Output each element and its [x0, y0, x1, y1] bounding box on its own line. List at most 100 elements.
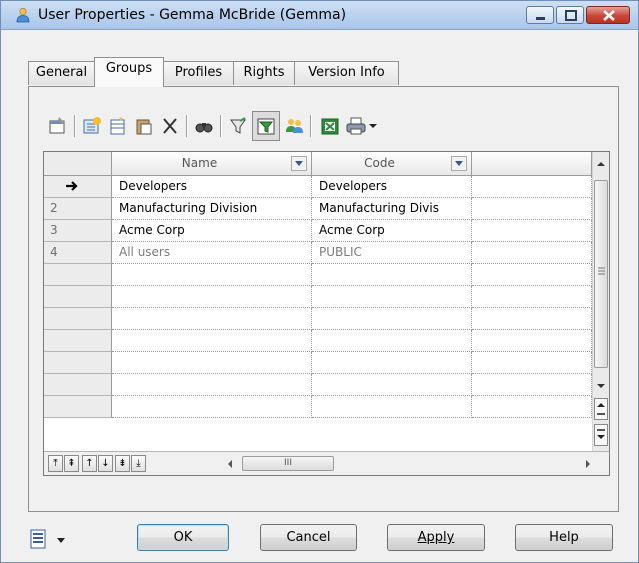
tab-rights[interactable]: Rights	[233, 61, 295, 85]
horizontal-scrollbar[interactable]: III	[224, 455, 594, 472]
empty-cell[interactable]	[472, 220, 592, 242]
empty-cell[interactable]	[112, 286, 312, 308]
row-header[interactable]	[44, 176, 112, 198]
cell-code[interactable]: Manufacturing Divis	[312, 198, 472, 220]
minimize-button[interactable]	[526, 6, 554, 24]
horizontal-scroll-thumb[interactable]: III	[242, 456, 334, 471]
filter-icon	[230, 117, 246, 134]
cell-name[interactable]: All users	[112, 242, 312, 264]
cancel-button[interactable]: Cancel	[260, 524, 357, 551]
cell-code[interactable]: Acme Corp	[312, 220, 472, 242]
page-down-button[interactable]	[594, 424, 608, 446]
empty-cell[interactable]	[312, 352, 472, 374]
empty-cell[interactable]	[112, 374, 312, 396]
delete-button[interactable]	[158, 109, 182, 143]
scroll-left-icon[interactable]	[226, 459, 234, 469]
add-objects-button[interactable]	[80, 109, 104, 143]
excel-button[interactable]	[318, 109, 342, 143]
empty-cell[interactable]	[112, 330, 312, 352]
column-header-code[interactable]: Code	[312, 152, 472, 176]
close-button[interactable]	[586, 6, 630, 24]
empty-cell[interactable]	[472, 374, 592, 396]
empty-cell[interactable]	[472, 176, 592, 198]
grid-navigation-bar: ⤒ ⇞ ↑ ↓ ⇟ ⤓ III	[44, 451, 609, 475]
empty-cell[interactable]	[312, 396, 472, 418]
move-up-button[interactable]: ↑	[82, 455, 97, 472]
row-header[interactable]: 3	[44, 220, 112, 242]
paste-button[interactable]	[132, 109, 156, 143]
create-object-button[interactable]	[106, 109, 130, 143]
empty-cell[interactable]	[472, 330, 592, 352]
user-icon	[16, 7, 30, 23]
chevron-down-icon[interactable]	[451, 156, 467, 171]
empty-row-header[interactable]	[44, 374, 112, 396]
display-mode-button[interactable]	[29, 528, 75, 552]
empty-cell[interactable]	[472, 264, 592, 286]
vertical-scroll-thumb[interactable]	[594, 180, 608, 368]
empty-cell[interactable]	[312, 308, 472, 330]
cell-name[interactable]: Acme Corp	[112, 220, 312, 242]
scroll-up-icon[interactable]	[596, 160, 606, 168]
vertical-scrollbar[interactable]	[592, 152, 609, 452]
empty-row-header[interactable]	[44, 264, 112, 286]
ok-button[interactable]: OK	[137, 524, 229, 551]
user-group-button[interactable]	[282, 109, 306, 143]
empty-cell[interactable]	[112, 308, 312, 330]
chevron-down-icon	[57, 538, 65, 543]
empty-cell[interactable]	[312, 330, 472, 352]
empty-cell[interactable]	[112, 264, 312, 286]
empty-cell[interactable]	[472, 396, 592, 418]
print-dropdown-button[interactable]	[366, 109, 380, 143]
empty-cell[interactable]	[312, 264, 472, 286]
move-to-bottom-button[interactable]: ⤓	[131, 455, 146, 472]
move-down-button[interactable]: ↓	[98, 455, 113, 472]
empty-row-header[interactable]	[44, 286, 112, 308]
column-header-name[interactable]: Name	[112, 152, 312, 176]
apply-button[interactable]: Apply	[387, 524, 485, 551]
empty-cell[interactable]	[472, 352, 592, 374]
current-row-arrow-icon	[66, 181, 78, 191]
tab-version-info[interactable]: Version Info	[294, 61, 399, 85]
move-page-up-button[interactable]: ⇞	[64, 455, 79, 472]
empty-cell[interactable]	[312, 286, 472, 308]
move-page-down-button[interactable]: ⇟	[115, 455, 130, 472]
row-header[interactable]: 2	[44, 198, 112, 220]
empty-row-header[interactable]	[44, 330, 112, 352]
row-header[interactable]: 4	[44, 242, 112, 264]
page-down-icon	[597, 429, 605, 439]
properties-button[interactable]	[46, 109, 70, 143]
empty-cell[interactable]	[472, 286, 592, 308]
empty-row-header[interactable]	[44, 396, 112, 418]
print-button[interactable]	[344, 109, 368, 143]
move-to-top-button[interactable]: ⤒	[48, 455, 63, 472]
filter-columns-button[interactable]	[252, 111, 280, 141]
properties-icon	[49, 117, 65, 134]
tab-general[interactable]: General	[28, 61, 95, 85]
title-bar[interactable]: User Properties - Gemma McBride (Gemma)	[1, 1, 638, 30]
cell-name[interactable]: Developers	[112, 176, 312, 198]
scroll-down-icon[interactable]	[596, 382, 606, 390]
cell-name[interactable]: Manufacturing Division	[112, 198, 312, 220]
empty-cell[interactable]	[472, 308, 592, 330]
empty-cell[interactable]	[112, 396, 312, 418]
empty-cell[interactable]	[472, 198, 592, 220]
empty-row-header[interactable]	[44, 308, 112, 330]
maximize-button[interactable]	[556, 6, 584, 24]
page-up-button[interactable]	[594, 398, 608, 420]
help-button[interactable]: Help	[515, 524, 613, 551]
tab-groups[interactable]: Groups	[94, 57, 164, 87]
tab-profiles[interactable]: Profiles	[163, 61, 234, 85]
empty-row-header[interactable]	[44, 352, 112, 374]
cell-code[interactable]: PUBLIC	[312, 242, 472, 264]
find-button[interactable]	[192, 109, 216, 143]
empty-cell[interactable]	[112, 352, 312, 374]
filter-button[interactable]	[226, 109, 250, 143]
groups-grid[interactable]: Name Code Developers Developers 2 Manufactu…	[43, 151, 610, 476]
empty-cell[interactable]	[472, 242, 592, 264]
chevron-down-icon[interactable]	[291, 156, 307, 171]
empty-cell[interactable]	[312, 374, 472, 396]
user-group-icon	[286, 119, 303, 133]
column-header-empty	[472, 152, 592, 176]
scroll-right-icon[interactable]	[584, 459, 592, 469]
cell-code[interactable]: Developers	[312, 176, 472, 198]
